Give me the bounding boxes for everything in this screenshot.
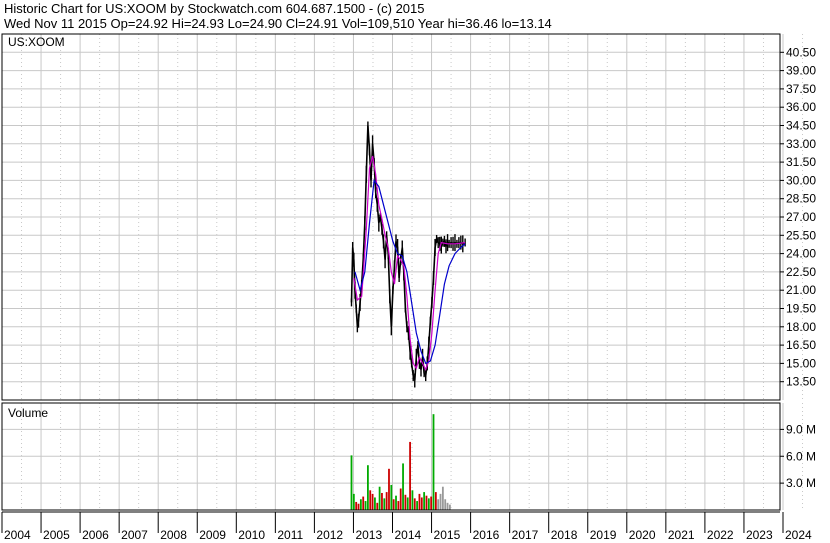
x-tick-label: 2021 <box>668 528 695 542</box>
price-y-tick-label: 22.50 <box>786 265 816 279</box>
volume-bar <box>446 502 449 510</box>
volume-bar <box>444 499 447 510</box>
x-tick-label: 2023 <box>746 528 773 542</box>
volume-bar <box>409 441 411 510</box>
volume-bar <box>392 499 395 510</box>
x-tick-label: 2014 <box>395 528 422 542</box>
volume-bar <box>359 499 362 510</box>
price-y-tick-label: 28.50 <box>786 192 816 206</box>
x-tick-label: 2010 <box>238 528 265 542</box>
volume-bar <box>390 484 393 510</box>
x-tick-label: 2022 <box>707 528 734 542</box>
volume-bar <box>402 463 404 510</box>
volume-bar <box>362 496 365 510</box>
volume-bar <box>376 502 379 510</box>
price-y-tick-label: 13.50 <box>786 375 816 389</box>
volume-bar <box>430 496 433 510</box>
x-tick-label: 2009 <box>199 528 226 542</box>
x-tick-label: 2013 <box>355 528 382 542</box>
x-tick-label: 2004 <box>4 528 31 542</box>
x-tick-label: 2007 <box>121 528 148 542</box>
volume-bar <box>437 499 440 510</box>
volume-bar <box>350 455 353 510</box>
short-moving-average-line <box>353 155 466 372</box>
price-y-tick-label: 24.00 <box>786 247 816 261</box>
volume-bar <box>418 493 421 510</box>
volume-bar <box>423 492 426 510</box>
volume-bar <box>432 414 435 510</box>
price-y-tick-label: 15.00 <box>786 356 816 370</box>
volume-bar <box>434 492 437 510</box>
volume-bar <box>395 495 397 510</box>
price-y-tick-label: 19.50 <box>786 302 816 316</box>
volume-bar <box>366 465 369 510</box>
volume-bar <box>427 498 430 510</box>
x-tick-label: 2006 <box>82 528 109 542</box>
price-panel-title: US:XOOM <box>8 35 65 49</box>
volume-bar <box>399 488 402 510</box>
price-y-tick-label: 16.50 <box>786 338 816 352</box>
volume-bars <box>350 414 451 510</box>
price-y-tick-label: 40.50 <box>786 45 816 59</box>
volume-bar <box>355 501 358 510</box>
price-grid <box>2 34 804 400</box>
volume-panel-title: Volume <box>8 406 48 420</box>
x-tick-label: 2016 <box>473 528 500 542</box>
price-y-tick-label: 37.50 <box>786 82 816 96</box>
volume-bar <box>411 490 414 510</box>
volume-y-tick-label: 9.0 M <box>786 422 816 436</box>
volume-bar <box>378 486 381 510</box>
stock-chart: 2004 2005 2006 2007 2008 2009 2010 2011 2012 2013… <box>1 33 816 542</box>
volume-bar <box>406 497 409 510</box>
x-tick-label: 2024 <box>785 528 812 542</box>
x-axis: 2004 2005 2006 2007 2008 2009 2010 2011 2012 2013… <box>1 512 812 542</box>
volume-bar <box>371 493 374 510</box>
volume-bar <box>404 494 407 510</box>
x-tick-label: 2008 <box>160 528 187 542</box>
volume-bar <box>420 497 423 510</box>
volume-bar <box>383 498 386 510</box>
x-tick-label: 2012 <box>316 528 343 542</box>
x-tick-label: 2020 <box>629 528 656 542</box>
price-y-tick-label: 39.00 <box>786 64 816 78</box>
x-tick-label: 2019 <box>590 528 617 542</box>
price-y-tick-label: 25.50 <box>786 228 816 242</box>
volume-bar <box>364 501 367 510</box>
x-tick-label: 2017 <box>512 528 539 542</box>
volume-bar <box>369 490 372 510</box>
volume-y-tick-label: 3.0 M <box>786 476 816 490</box>
price-series <box>350 121 466 388</box>
x-tick-label: 2011 <box>277 528 303 542</box>
x-tick-label: 2018 <box>551 528 578 542</box>
price-line <box>350 125 466 381</box>
volume-bar <box>416 501 419 510</box>
volume-bar <box>425 495 428 510</box>
volume-bar <box>381 492 383 510</box>
price-y-tick-label: 27.00 <box>786 210 816 224</box>
volume-bar <box>449 504 451 510</box>
volume-bar <box>352 493 355 510</box>
price-y-tick-label: 33.00 <box>786 137 816 151</box>
volume-bar <box>374 497 376 510</box>
volume-bar <box>397 501 400 510</box>
volume-bar <box>357 503 360 510</box>
x-tick-label: 2015 <box>434 528 461 542</box>
volume-bar <box>388 468 390 510</box>
price-y-tick-label: 18.00 <box>786 320 816 334</box>
price-y-tick-label: 34.50 <box>786 119 816 133</box>
volume-bar <box>385 492 388 510</box>
volume-bar <box>439 493 442 510</box>
x-tick-label: 2005 <box>43 528 70 542</box>
volume-bar <box>413 498 416 510</box>
volume-y-tick-label: 6.0 M <box>786 449 816 463</box>
volume-bar <box>441 486 444 510</box>
price-y-tick-label: 31.50 <box>786 155 816 169</box>
price-y-tick-label: 30.00 <box>786 173 816 187</box>
price-y-tick-label: 21.00 <box>786 283 816 297</box>
price-y-tick-label: 36.00 <box>786 100 816 114</box>
